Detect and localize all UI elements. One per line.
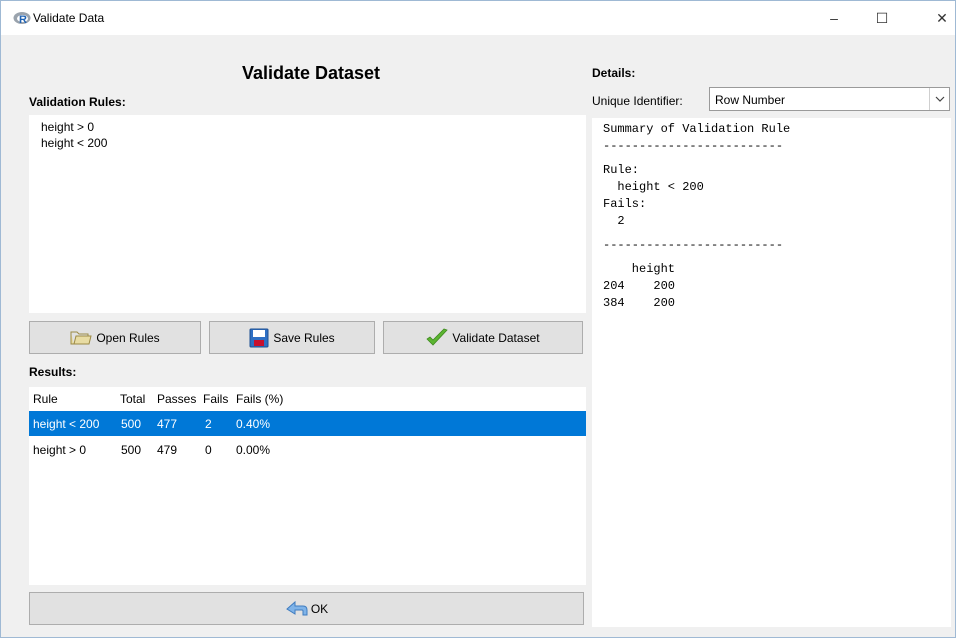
- minimize-button[interactable]: –: [819, 7, 849, 29]
- ok-label: OK: [310, 601, 329, 616]
- separator-line: -------------------------: [603, 238, 784, 252]
- summary-heading: Summary of Validation Rule: [603, 122, 791, 136]
- rule-line: height > 0: [41, 120, 95, 134]
- cell-total: 500: [121, 443, 142, 457]
- results-table[interactable]: Rule Total Passes Fails Fails (%) height…: [29, 387, 586, 585]
- cell-fails: 2: [205, 416, 212, 431]
- floppy-disk-icon: [249, 328, 269, 347]
- ok-button[interactable]: OK: [29, 592, 584, 625]
- rule-line: height < 200: [41, 136, 108, 150]
- rule-value: height < 200: [603, 180, 704, 194]
- back-arrow-icon: [285, 600, 308, 615]
- column-header-passes[interactable]: Passes: [157, 392, 196, 406]
- details-label: Details:: [592, 66, 636, 80]
- open-rules-button[interactable]: Open Rules: [29, 321, 201, 354]
- cell-fails: 0: [205, 443, 212, 457]
- cell-total: 500: [121, 416, 142, 431]
- save-rules-button[interactable]: Save Rules: [209, 321, 375, 354]
- table-row[interactable]: height > 0 500 479 0 0.00%: [29, 438, 586, 462]
- folder-icon: [70, 331, 92, 344]
- window-title: Validate Data: [33, 11, 105, 25]
- table-row[interactable]: height < 200 500 477 2 0.40%: [29, 411, 586, 436]
- validate-dataset-label: Validate Dataset: [452, 330, 540, 345]
- open-rules-label: Open Rules: [96, 330, 160, 345]
- column-header-fails[interactable]: Fails: [203, 392, 228, 406]
- cell-fails-pct: 0.00%: [236, 443, 271, 457]
- svg-text:R: R: [19, 14, 27, 25]
- column-header-rule[interactable]: Rule: [33, 392, 58, 406]
- cell-passes: 479: [157, 443, 178, 457]
- fails-label: Fails:: [603, 197, 647, 211]
- title-bar[interactable]: R Validate Data – ☐ ✕: [1, 1, 955, 35]
- failed-row: 384 200: [603, 296, 676, 310]
- validation-rules-editor[interactable]: height > 0 height < 200: [29, 115, 586, 313]
- save-rules-label: Save Rules: [273, 330, 335, 345]
- column-header-total[interactable]: Total: [120, 392, 145, 406]
- unique-identifier-dropdown[interactable]: Row Number: [709, 87, 950, 111]
- checkmark-icon: [426, 328, 449, 346]
- separator-line: -------------------------: [603, 139, 784, 153]
- page-title: Validate Dataset: [241, 63, 381, 83]
- fails-value: 2: [603, 214, 625, 228]
- rule-label: Rule:: [603, 163, 640, 177]
- column-header-fails-pct[interactable]: Fails (%): [236, 392, 283, 406]
- maximize-button[interactable]: ☐: [867, 7, 897, 29]
- unique-identifier-label: Unique Identifier:: [592, 94, 683, 108]
- chevron-down-icon[interactable]: [929, 88, 949, 110]
- cell-rule: height > 0: [33, 443, 87, 457]
- failed-row: 204 200: [603, 279, 676, 293]
- results-label: Results:: [29, 365, 77, 379]
- validate-dataset-button[interactable]: Validate Dataset: [383, 321, 583, 354]
- unique-identifier-value: Row Number: [715, 93, 786, 107]
- validate-data-window: R Validate Data – ☐ ✕ Validate Dataset V…: [0, 0, 956, 638]
- cell-fails-pct: 0.40%: [236, 416, 271, 431]
- details-output[interactable]: Summary of Validation Rule -------------…: [592, 118, 951, 627]
- close-button[interactable]: ✕: [927, 7, 956, 29]
- column-header-height: height: [603, 262, 676, 276]
- results-header-row: Rule Total Passes Fails Fails (%): [29, 387, 586, 411]
- cell-rule: height < 200: [33, 416, 100, 431]
- cell-passes: 477: [157, 416, 178, 431]
- r-logo-icon: R: [13, 12, 31, 25]
- validation-rules-label: Validation Rules:: [29, 95, 126, 109]
